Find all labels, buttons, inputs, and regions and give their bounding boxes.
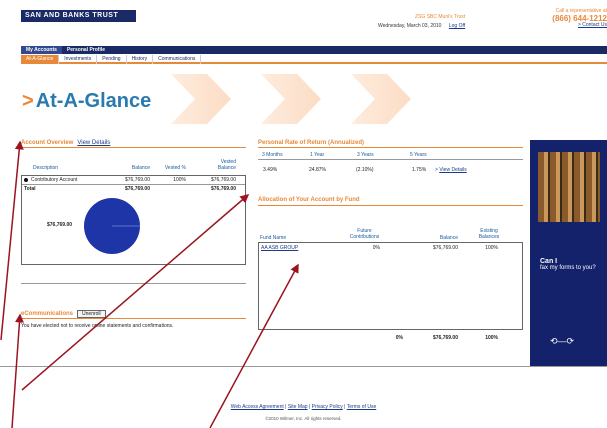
annotation-arrow <box>11 313 24 428</box>
annotation-arrow <box>209 263 299 428</box>
annotation-arrow <box>21 194 250 391</box>
annotation-arrows <box>0 140 299 428</box>
annotation-arrow <box>0 140 24 341</box>
